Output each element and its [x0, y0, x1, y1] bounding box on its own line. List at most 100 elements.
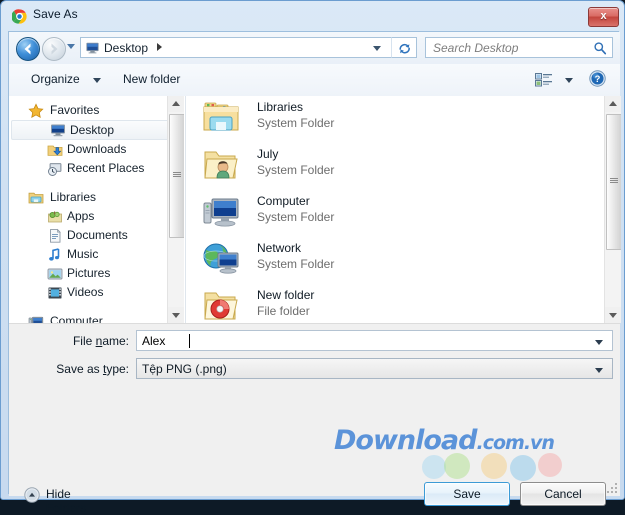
scrollbar-grip: [610, 178, 618, 184]
dialog-client-area: Desktop Search Desktop Organize New fold…: [8, 31, 621, 515]
sidebar-item-documents[interactable]: Documents: [9, 226, 184, 245]
user-folder-icon: [202, 147, 242, 185]
list-item[interactable]: New folder File folder: [186, 284, 621, 323]
documents-library-icon: [47, 228, 63, 244]
view-chevron-down-icon[interactable]: [565, 78, 573, 83]
refresh-icon: [399, 43, 410, 54]
search-icon: [593, 41, 607, 55]
file-name-field[interactable]: Alex: [136, 330, 613, 351]
forward-arrow-icon: [51, 43, 58, 55]
music-library-icon: [47, 247, 63, 263]
breadcrumb-path: Desktop: [104, 41, 149, 55]
downloads-folder-icon: [47, 142, 63, 158]
forward-button[interactable]: [42, 37, 66, 61]
file-list-scrollbar[interactable]: [604, 96, 621, 323]
window-title: Save As: [33, 7, 78, 21]
new-folder-button[interactable]: New folder: [119, 71, 184, 87]
pictures-library-icon: [47, 266, 63, 282]
list-item-type: System Folder: [257, 257, 335, 271]
recent-pages-chevron-down-icon[interactable]: [67, 44, 75, 49]
save-as-type-select[interactable]: Tệp PNG (.png): [136, 358, 613, 379]
list-item[interactable]: Network System Folder: [186, 237, 621, 284]
libraries-icon: [28, 190, 44, 206]
back-arrow-icon: [24, 43, 31, 55]
help-question-icon[interactable]: ?: [589, 70, 606, 87]
navigation-pane: Favorites Desktop Downloads Recent Place…: [9, 96, 184, 323]
search-input[interactable]: Search Desktop: [425, 37, 613, 58]
file-name-chevron-down-icon[interactable]: [595, 340, 603, 345]
nav-group-libraries: Libraries Apps Documents Music Pictures …: [9, 188, 184, 302]
sidebar-item-label: Favorites: [50, 103, 100, 117]
save-as-type-chevron-down-icon[interactable]: [595, 368, 603, 373]
list-item[interactable]: July System Folder: [186, 143, 621, 190]
back-button[interactable]: [16, 37, 40, 61]
sidebar-item-downloads[interactable]: Downloads: [9, 140, 184, 159]
scroll-down-arrow-icon[interactable]: [605, 307, 621, 323]
list-item-name: Computer: [257, 194, 310, 208]
desktop-monitor-icon: [50, 122, 66, 138]
list-item-type: System Folder: [257, 210, 335, 224]
sidebar-item-label: Desktop: [70, 123, 115, 137]
sidebar-item-label: Libraries: [50, 190, 97, 204]
sidebar-item-computer[interactable]: Computer: [9, 312, 184, 323]
chevron-right-icon[interactable]: [157, 43, 162, 51]
resize-grip-icon[interactable]: [605, 481, 617, 493]
scroll-up-arrow-icon[interactable]: [168, 96, 184, 112]
list-item-type: File folder: [257, 304, 310, 318]
sidebar-item-label: Pictures: [67, 266, 111, 280]
collapse-up-icon: [24, 487, 40, 503]
list-item[interactable]: Libraries System Folder: [186, 96, 621, 143]
sidebar-item-videos[interactable]: Videos: [9, 283, 184, 302]
organize-chevron-down-icon[interactable]: [93, 78, 101, 83]
dialog-footer: File name: Alex Save as type: Tệp PNG (.…: [9, 323, 620, 515]
sidebar-item-label: Downloads: [67, 142, 127, 156]
list-item-name: Network: [257, 241, 302, 255]
sidebar-item-apps[interactable]: Apps: [9, 207, 184, 226]
save-button-label: Save: [453, 487, 481, 501]
sidebar-item-libraries[interactable]: Libraries: [9, 188, 184, 207]
chrome-logo-icon: [11, 9, 27, 24]
breadcrumb-chevron-down-icon[interactable]: [373, 46, 381, 51]
sidebar-item-recent-places[interactable]: Recent Places: [9, 159, 184, 178]
apps-library-icon: [47, 209, 63, 225]
scrollbar-thumb[interactable]: [606, 114, 621, 250]
network-globe-icon: [202, 241, 242, 279]
list-item-type: System Folder: [257, 163, 335, 177]
nav-group-computer: Computer: [9, 312, 184, 323]
save-button[interactable]: Save: [424, 482, 510, 506]
command-bar: Organize New folder ?: [9, 64, 620, 97]
breadcrumb[interactable]: Desktop: [80, 37, 391, 58]
close-button[interactable]: x: [588, 7, 619, 27]
sidebar-item-favorites[interactable]: Favorites: [9, 101, 184, 120]
change-view-icon[interactable]: [535, 72, 553, 88]
refresh-button[interactable]: [391, 37, 417, 58]
address-bar: Desktop Search Desktop: [9, 32, 620, 65]
scrollbar-thumb[interactable]: [169, 114, 184, 238]
sidebar-item-label: Apps: [67, 209, 95, 223]
folder-with-disc-icon: [202, 288, 242, 323]
sidebar-item-label: Documents: [67, 228, 128, 242]
scrollbar-grip: [173, 172, 181, 178]
libraries-folder-icon: [202, 100, 242, 138]
cancel-button[interactable]: Cancel: [520, 482, 606, 506]
sidebar-item-pictures[interactable]: Pictures: [9, 264, 184, 283]
scroll-up-arrow-icon[interactable]: [605, 96, 621, 112]
list-item-name: Libraries: [257, 100, 304, 114]
scroll-down-arrow-icon[interactable]: [168, 307, 184, 323]
sidebar-item-label: Music: [67, 247, 99, 261]
sidebar-item-desktop[interactable]: Desktop: [11, 120, 174, 140]
title-bar: Save As x: [1, 1, 625, 31]
organize-button[interactable]: Organize: [27, 71, 84, 87]
videos-library-icon: [47, 285, 63, 301]
search-placeholder: Search Desktop: [433, 41, 519, 55]
sidebar-item-music[interactable]: Music: [9, 245, 184, 264]
computer-icon: [28, 314, 44, 323]
file-name-value: Alex: [142, 334, 166, 348]
save-as-dialog-window: Save As x Desktop Search Desktop Organiz…: [0, 0, 625, 515]
list-item[interactable]: Computer System Folder: [186, 190, 621, 237]
navigation-scrollbar[interactable]: [167, 96, 184, 323]
computer-icon: [202, 194, 242, 232]
hide-folders-label: Hide Folders: [46, 487, 87, 515]
explorer-body: Favorites Desktop Downloads Recent Place…: [9, 96, 621, 323]
file-list[interactable]: Libraries System Folder July System Fold…: [185, 96, 621, 323]
